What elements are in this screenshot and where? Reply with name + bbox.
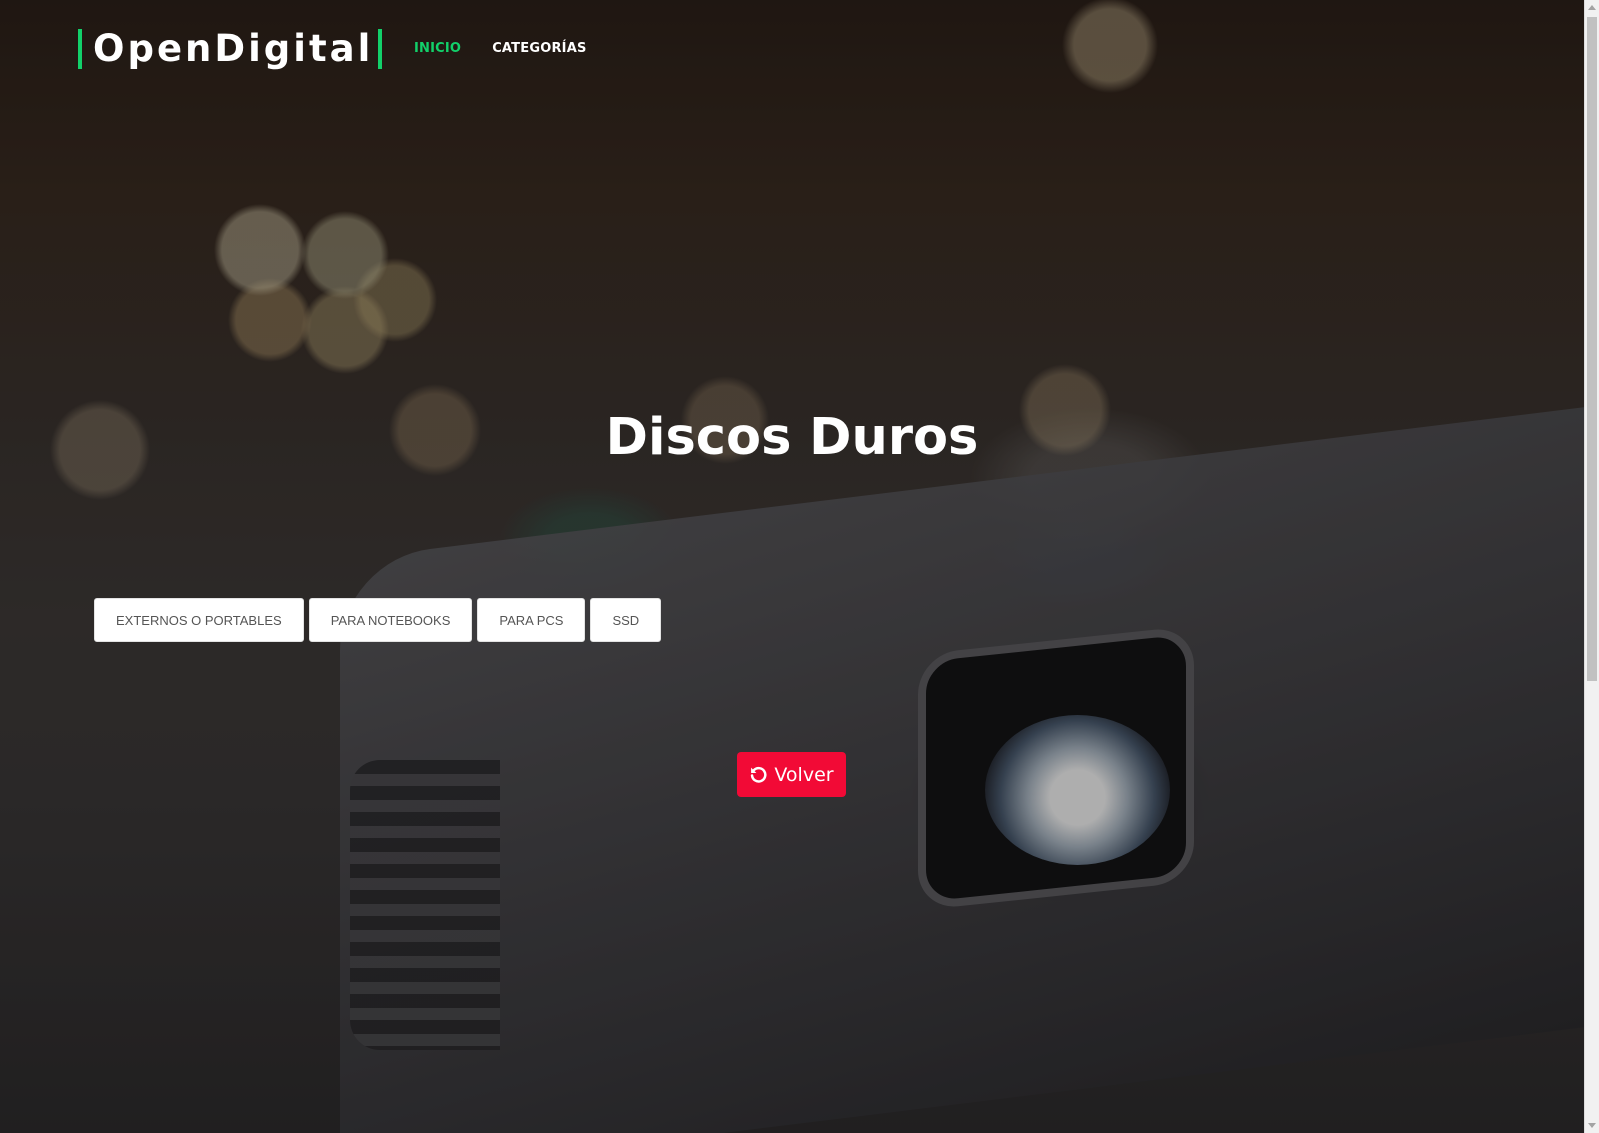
nav-link-categorias[interactable]: CATEGORÍAS bbox=[492, 41, 586, 56]
category-button-notebooks[interactable]: PARA NOTEBOOKS bbox=[308, 598, 473, 642]
vertical-scrollbar[interactable] bbox=[1584, 0, 1599, 1133]
brand-name: OpenDigital bbox=[93, 27, 374, 70]
nav-link-inicio[interactable]: INICIO bbox=[414, 41, 461, 56]
hero-overlay bbox=[0, 0, 1584, 1133]
navbar: OpenDigital INICIO CATEGORÍAS bbox=[0, 0, 1584, 100]
brand-logo[interactable]: OpenDigital bbox=[78, 27, 383, 70]
category-button-group: EXTERNOS O PORTABLES PARA NOTEBOOKS PARA… bbox=[94, 598, 662, 642]
back-button[interactable]: Volver bbox=[737, 752, 846, 797]
page-title: Discos Duros bbox=[605, 408, 979, 467]
category-button-ssd[interactable]: SSD bbox=[590, 598, 662, 642]
scroll-up-arrow-icon[interactable] bbox=[1588, 5, 1596, 10]
scrollbar-thumb[interactable] bbox=[1587, 17, 1597, 681]
back-button-label: Volver bbox=[774, 763, 834, 786]
scroll-down-arrow-icon[interactable] bbox=[1588, 1123, 1596, 1128]
page: OpenDigital INICIO CATEGORÍAS Discos Dur… bbox=[0, 0, 1599, 1133]
nav-menu: INICIO CATEGORÍAS bbox=[414, 41, 587, 56]
category-button-pcs[interactable]: PARA PCS bbox=[477, 598, 586, 642]
undo-icon bbox=[749, 765, 768, 784]
category-button-externos[interactable]: EXTERNOS O PORTABLES bbox=[94, 598, 304, 642]
brand-bar-right bbox=[378, 29, 383, 69]
